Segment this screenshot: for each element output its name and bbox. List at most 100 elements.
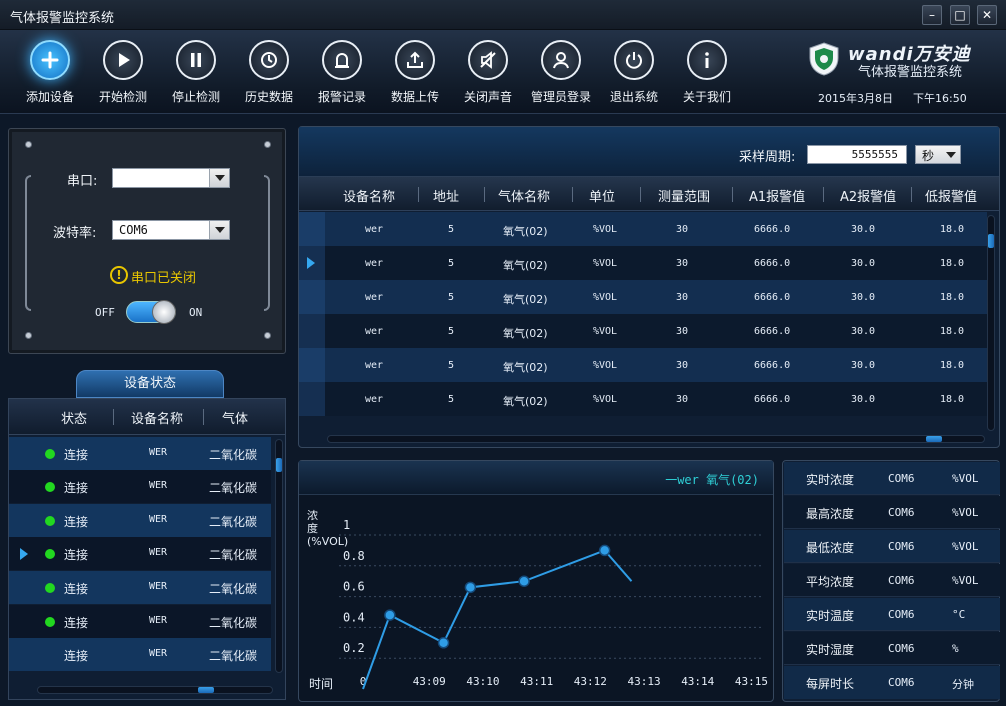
minimize-button[interactable]: – bbox=[922, 5, 942, 25]
col-address: 地址 bbox=[433, 190, 460, 205]
sampling-period-input[interactable]: 5555555 bbox=[807, 145, 907, 164]
realtime-row: 最高浓度 COM6 %VOL bbox=[784, 496, 1000, 529]
table-row[interactable]: 连接 WER 二氧化碳 bbox=[9, 605, 271, 638]
header-divider bbox=[418, 187, 419, 202]
baud-label: 波特率: bbox=[53, 226, 97, 241]
realtime-panel: 实时浓度 COM6 %VOL 最高浓度 COM6 %VOL 最低浓度 COM6 … bbox=[782, 460, 1000, 702]
mute-button[interactable]: 关闭声音 bbox=[452, 40, 524, 112]
admin-login-button[interactable]: 管理员登录 bbox=[525, 40, 597, 112]
data-table-header: 设备名称 地址 气体名称 单位 测量范围 A1报警值 A2报警值 低报警值 bbox=[299, 177, 999, 211]
table-row[interactable]: 连接 WER 二氧化碳 bbox=[9, 537, 271, 570]
upload-button[interactable]: 数据上传 bbox=[379, 40, 451, 112]
about-button[interactable]: 关于我们 bbox=[671, 40, 743, 112]
screw-icon bbox=[264, 141, 271, 148]
device-status-hscrollbar[interactable] bbox=[37, 686, 273, 694]
vscroll-thumb[interactable] bbox=[276, 458, 282, 472]
cell-a1-alarm: 6666.0 bbox=[754, 360, 791, 371]
history-icon bbox=[261, 52, 277, 68]
cell-gas-name: 氧气(02) bbox=[503, 293, 548, 306]
data-table-hscrollbar[interactable] bbox=[327, 435, 985, 443]
device-status-tab[interactable]: 设备状态 bbox=[76, 370, 224, 398]
port-select[interactable] bbox=[112, 168, 230, 188]
history-button[interactable]: 历史数据 bbox=[233, 40, 305, 112]
header-divider bbox=[823, 187, 824, 202]
data-table-vscrollbar[interactable] bbox=[987, 215, 995, 431]
cell-a1-alarm: 6666.0 bbox=[754, 258, 791, 269]
table-row[interactable]: 连接 WER 二氧化碳 bbox=[9, 504, 271, 537]
x-tick-label: 43:13 bbox=[628, 675, 661, 688]
table-row[interactable]: wer 5 氧气(02) %VOL 30 6666.0 30.0 18.0 bbox=[299, 280, 987, 314]
realtime-label: 每屏时长 bbox=[806, 677, 855, 691]
table-row[interactable]: wer 5 氧气(02) %VOL 30 6666.0 30.0 18.0 bbox=[299, 348, 987, 382]
sampling-unit-select[interactable]: 秒 bbox=[915, 145, 961, 164]
add-device-button[interactable]: 添加设备 bbox=[14, 40, 86, 112]
device-name-cell: WER bbox=[149, 581, 168, 592]
cell-low-alarm: 18.0 bbox=[940, 224, 965, 235]
header-divider bbox=[113, 409, 114, 425]
cell-address: 5 bbox=[448, 224, 455, 235]
cell-low-alarm: 18.0 bbox=[940, 394, 965, 405]
device-status-header: 状态 设备名称 气体 bbox=[9, 399, 285, 435]
table-row[interactable]: 连接 WER 二氧化碳 bbox=[9, 571, 271, 604]
stop-detect-label: 停止检测 bbox=[171, 90, 220, 104]
stop-detect-button[interactable]: 停止检测 bbox=[160, 40, 232, 112]
cell-a1-alarm: 6666.0 bbox=[754, 292, 791, 303]
chevron-down-icon[interactable] bbox=[209, 221, 229, 239]
status-cell: 连接 bbox=[64, 448, 89, 462]
col-range: 测量范围 bbox=[658, 190, 711, 205]
power-icon bbox=[626, 52, 642, 69]
hscroll-thumb[interactable] bbox=[198, 687, 214, 693]
realtime-value: COM6 bbox=[888, 506, 915, 519]
cell-range: 30 bbox=[676, 224, 689, 235]
start-detect-button[interactable]: 开始检测 bbox=[87, 40, 159, 112]
realtime-label: 平均浓度 bbox=[806, 575, 855, 589]
cell-address: 5 bbox=[448, 360, 455, 371]
table-row[interactable]: wer 5 氧气(02) %VOL 30 6666.0 30.0 18.0 bbox=[299, 212, 987, 246]
cell-device-name: wer bbox=[365, 394, 384, 405]
user-icon bbox=[553, 52, 569, 69]
data-point bbox=[598, 544, 611, 557]
maximize-button[interactable]: □ bbox=[950, 5, 970, 25]
row-gutter bbox=[299, 212, 325, 246]
data-point bbox=[437, 637, 450, 649]
close-button[interactable]: ✕ bbox=[977, 5, 997, 25]
realtime-row: 平均浓度 COM6 %VOL bbox=[784, 564, 1000, 597]
toggle-knob[interactable] bbox=[152, 300, 176, 324]
screw-icon bbox=[264, 332, 271, 339]
table-row[interactable]: 连接 WER 二氧化碳 bbox=[9, 437, 271, 470]
current-time: 下午16:50 bbox=[913, 92, 967, 105]
table-row[interactable]: wer 5 氧气(02) %VOL 30 6666.0 30.0 18.0 bbox=[299, 246, 987, 280]
realtime-unit: %VOL bbox=[952, 574, 979, 587]
cell-low-alarm: 18.0 bbox=[940, 258, 965, 269]
realtime-value: COM6 bbox=[888, 608, 915, 621]
baud-select[interactable]: COM6 bbox=[112, 220, 230, 240]
port-toggle[interactable] bbox=[126, 300, 176, 324]
realtime-value: COM6 bbox=[888, 540, 915, 553]
table-row[interactable]: 连接 WER 二氧化碳 bbox=[9, 470, 271, 503]
gas-cell: 二氧化碳 bbox=[209, 481, 258, 495]
table-row[interactable]: wer 5 氧气(02) %VOL 30 6666.0 30.0 18.0 bbox=[299, 382, 987, 416]
x-tick-label: 43:14 bbox=[681, 675, 714, 688]
realtime-row: 最低浓度 COM6 %VOL bbox=[784, 530, 1000, 563]
status-header: 状态 bbox=[61, 412, 88, 427]
data-table-body: wer 5 氧气(02) %VOL 30 6666.0 30.0 18.0 we… bbox=[299, 212, 999, 432]
chevron-down-icon[interactable] bbox=[946, 152, 956, 158]
x-tick-label: 43:09 bbox=[413, 675, 446, 688]
table-row[interactable]: 连接 WER 二氧化碳 bbox=[9, 638, 271, 671]
chevron-down-icon[interactable] bbox=[209, 169, 229, 187]
row-gutter bbox=[299, 382, 325, 416]
realtime-label: 实时温度 bbox=[806, 609, 855, 623]
cell-gas-name: 氧气(02) bbox=[503, 361, 548, 374]
gas-cell: 二氧化碳 bbox=[209, 515, 258, 529]
header-divider bbox=[484, 187, 485, 202]
device-status-vscrollbar[interactable] bbox=[275, 439, 283, 673]
play-icon bbox=[119, 53, 130, 67]
exit-button[interactable]: 退出系统 bbox=[598, 40, 670, 112]
hscroll-thumb[interactable] bbox=[926, 436, 942, 442]
alarm-record-button[interactable]: 报警记录 bbox=[306, 40, 378, 112]
gas-cell: 二氧化碳 bbox=[209, 548, 258, 562]
table-row[interactable]: wer 5 氧气(02) %VOL 30 6666.0 30.0 18.0 bbox=[299, 314, 987, 348]
cell-gas-name: 氧气(02) bbox=[503, 395, 548, 408]
vscroll-thumb[interactable] bbox=[988, 234, 994, 248]
pause-icon bbox=[191, 53, 201, 67]
